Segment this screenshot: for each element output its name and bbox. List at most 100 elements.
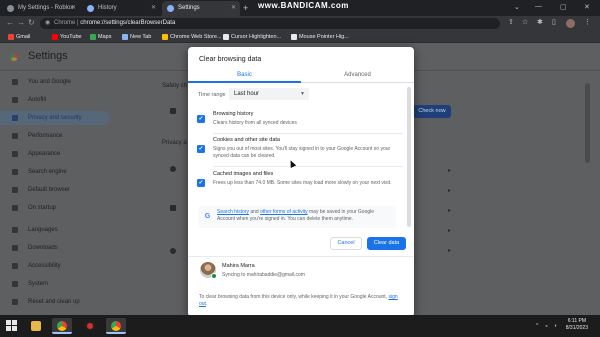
- share-icon[interactable]: ⇪: [508, 18, 514, 28]
- tab-search-icon[interactable]: ⌄: [514, 3, 520, 11]
- extensions-icon[interactable]: ✱: [537, 18, 543, 28]
- other-activity-link[interactable]: other forms of activity: [260, 209, 308, 215]
- sidebar-item-label: Performance: [28, 133, 63, 139]
- tab-roblox[interactable]: My Settings - Roblox ✕: [2, 1, 80, 16]
- forward-icon[interactable]: →: [17, 18, 25, 28]
- tab-history[interactable]: History ✕: [82, 1, 160, 16]
- sidebar-item-accessibility[interactable]: Accessibility: [0, 259, 110, 273]
- sidebar-item-label: Search engine: [28, 169, 67, 175]
- new-tab-icon[interactable]: +: [243, 2, 248, 14]
- sidebar-item-label: System: [28, 281, 49, 287]
- sidebar-item-system[interactable]: System: [0, 277, 110, 291]
- tab-label: History: [98, 5, 117, 11]
- sidebar-item-autofill[interactable]: Autofill: [0, 93, 110, 107]
- cancel-button[interactable]: Cancel: [330, 237, 362, 250]
- chevron-right-icon[interactable]: ▸: [448, 167, 451, 174]
- taskbar-file-explorer[interactable]: [26, 318, 46, 334]
- download-icon: [12, 245, 18, 251]
- sync-icon: [211, 273, 217, 279]
- bookmark-gmail[interactable]: Gmail: [8, 32, 30, 42]
- sidebar-item-on-startup[interactable]: On startup: [0, 201, 110, 215]
- chevron-right-icon[interactable]: ▸: [448, 227, 451, 234]
- bookmark-star-icon[interactable]: ☆: [522, 18, 528, 28]
- bookmark-label: Cursor Highlighten...: [231, 34, 282, 40]
- system-clock[interactable]: 6:11 PM 8/31/2023: [566, 318, 588, 332]
- dialog-scrollbar[interactable]: [407, 87, 411, 227]
- chevron-right-icon[interactable]: ▸: [448, 247, 451, 254]
- settings-favicon-icon: [167, 5, 174, 12]
- sidebar-item-languages[interactable]: Languages: [0, 223, 110, 237]
- cached-images-checkbox[interactable]: ✓: [197, 179, 205, 187]
- option-description: Clears history from all synced devices: [213, 120, 297, 126]
- browsing-history-checkbox[interactable]: ✓: [197, 115, 205, 123]
- close-window-icon[interactable]: ✕: [584, 3, 590, 11]
- site-info-icon[interactable]: ◉: [45, 18, 50, 29]
- bookmark-maps[interactable]: Maps: [90, 32, 111, 42]
- bookmark-mouse-pointer[interactable]: Mouse Pointer Hig...: [291, 32, 349, 42]
- time-range-select[interactable]: Last hour ▼: [229, 88, 309, 100]
- time-range-value: Last hour: [234, 91, 260, 97]
- globe-icon: [12, 227, 18, 233]
- maximize-icon[interactable]: ▢: [560, 3, 567, 11]
- taskbar-chrome[interactable]: [52, 318, 72, 334]
- option-title: Cached images and files: [213, 171, 274, 177]
- menu-icon[interactable]: ⋮: [584, 18, 591, 28]
- roblox-favicon-icon: [7, 5, 14, 12]
- windows-start-icon[interactable]: [6, 320, 17, 331]
- address-bar[interactable]: ◉ Chrome | chrome://settings/clearBrowse…: [40, 18, 500, 29]
- chevron-right-icon[interactable]: ▸: [448, 187, 451, 194]
- volume-icon[interactable]: ◖: [554, 323, 557, 329]
- autofill-icon: [12, 97, 18, 103]
- close-icon[interactable]: ✕: [231, 1, 236, 16]
- bookmark-cursor-highlighter[interactable]: Cursor Highlighten...: [223, 32, 281, 42]
- reload-icon[interactable]: ↻: [28, 18, 35, 28]
- sidebar-item-performance[interactable]: Performance: [0, 129, 110, 143]
- dropdown-caret-icon: ▼: [300, 91, 305, 97]
- bookmark-label: Gmail: [16, 34, 31, 40]
- network-icon[interactable]: ◒: [545, 323, 548, 329]
- maps-icon: [90, 34, 96, 40]
- shield-icon: [12, 115, 18, 121]
- accessibility-icon: [12, 263, 18, 269]
- clear-browsing-data-dialog: Clear browsing data Basic Advanced Time …: [188, 47, 414, 317]
- cookies-checkbox[interactable]: ✓: [197, 145, 205, 153]
- taskbar-bandicam[interactable]: [80, 318, 100, 334]
- search-history-link[interactable]: Search history: [217, 209, 249, 215]
- tab-label: My Settings - Roblox: [18, 5, 74, 11]
- minimize-icon[interactable]: —: [535, 3, 542, 10]
- tab-advanced[interactable]: Advanced: [301, 69, 414, 83]
- back-icon[interactable]: ←: [6, 18, 14, 28]
- url-text: chrome://settings/clearBrowserData: [80, 20, 176, 26]
- page-scrollbar[interactable]: [585, 83, 590, 163]
- sidebar-item-default-browser[interactable]: Default browser: [0, 183, 110, 197]
- sidebar-item-reset[interactable]: Reset and clean up: [0, 295, 110, 309]
- sidebar-item-label: Accessibility: [28, 263, 61, 269]
- close-icon[interactable]: ✕: [151, 1, 156, 16]
- chevron-right-icon[interactable]: ▸: [448, 207, 451, 214]
- clear-data-button[interactable]: Clear data: [367, 237, 406, 250]
- tray-chevron-icon[interactable]: ^: [536, 323, 538, 329]
- sidebar-item-you-and-google[interactable]: You and Google: [0, 75, 110, 89]
- sidebar-item-downloads[interactable]: Downloads: [0, 241, 110, 255]
- palette-icon: [12, 151, 18, 157]
- check-now-button[interactable]: Check now: [413, 105, 451, 118]
- tab-settings[interactable]: Settings ✕: [162, 1, 240, 16]
- sidebar-item-appearance[interactable]: Appearance: [0, 147, 110, 161]
- tab-basic[interactable]: Basic: [188, 69, 301, 83]
- clock-date: 8/31/2023: [565, 325, 588, 331]
- profile-avatar[interactable]: [566, 19, 575, 28]
- sidebar-item-label: You and Google: [28, 79, 71, 85]
- bookmark-label: Maps: [98, 34, 112, 40]
- sidebar-item-privacy-and-security[interactable]: Privacy and security: [0, 111, 110, 125]
- bookmark-web-store[interactable]: Chrome Web Store...: [162, 32, 222, 42]
- side-panel-icon[interactable]: ▯: [552, 18, 556, 28]
- bookmark-new-tab[interactable]: New Tab: [122, 32, 151, 42]
- bookmark-youtube[interactable]: YouTube: [52, 32, 82, 42]
- close-icon[interactable]: ✕: [71, 1, 76, 16]
- site-name: Chrome: [54, 20, 76, 26]
- taskbar-chrome-2[interactable]: [106, 318, 126, 334]
- sidebar-item-search-engine[interactable]: Search engine: [0, 165, 110, 179]
- globe-icon: [122, 34, 128, 40]
- sidebar-item-label: On startup: [28, 205, 57, 211]
- sidebar-item-label: Privacy and security: [28, 115, 82, 121]
